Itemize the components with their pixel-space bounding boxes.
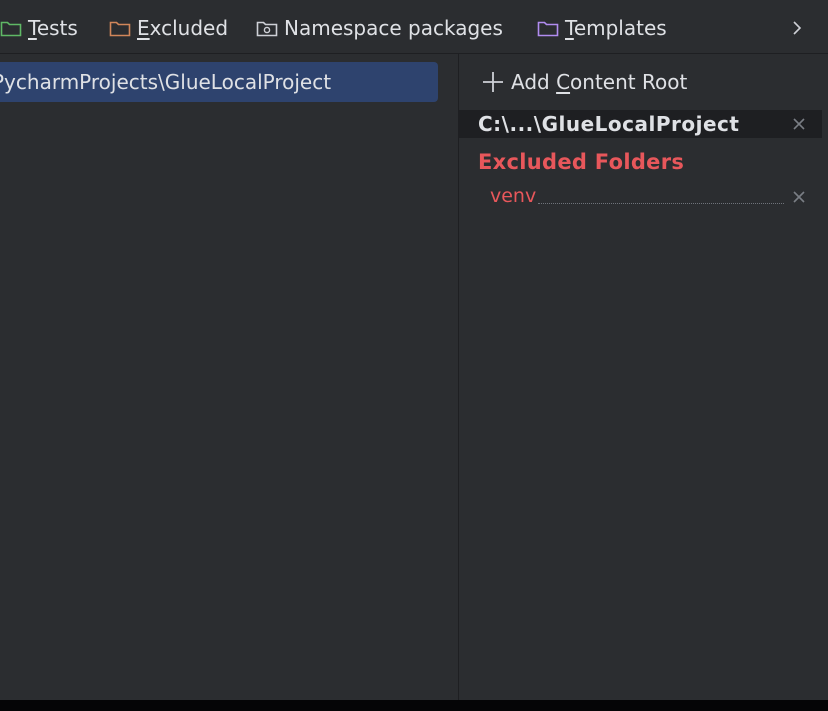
mark-templates-label: Templates — [565, 16, 667, 40]
excluded-folder-item: venv — [490, 182, 784, 210]
content-root-item[interactable]: PycharmProjects\GlueLocalProject — [0, 62, 438, 102]
mark-namespace-packages-label: Namespace packages — [284, 16, 503, 40]
mark-as-toolbar: Tests Excluded Namespace packages Templa… — [0, 0, 828, 54]
add-content-root-button[interactable]: Add Content Root — [481, 66, 687, 98]
chevron-right-icon — [793, 21, 802, 35]
excluded-folder-name: venv — [490, 185, 537, 207]
toolbar-more-button[interactable] — [784, 14, 810, 42]
add-content-root-label: Add Content Root — [511, 70, 688, 94]
content-root-path: PycharmProjects\GlueLocalProject — [0, 70, 332, 94]
dotted-leader — [538, 202, 784, 204]
mark-namespace-packages-button[interactable]: Namespace packages — [256, 14, 503, 42]
mark-tests-button[interactable]: Tests — [0, 14, 78, 42]
remove-content-root-icon[interactable] — [790, 115, 808, 133]
mark-tests-label: Tests — [28, 16, 78, 40]
mark-excluded-label: Excluded — [137, 16, 229, 40]
remove-excluded-folder-icon[interactable] — [790, 188, 808, 206]
content-root-header: C:\...\GlueLocalProject — [459, 110, 822, 138]
content-root-details: Add Content Root C:\...\GlueLocalProject… — [459, 54, 828, 700]
content-roots-panel: Tests Excluded Namespace packages Templa… — [0, 0, 828, 700]
plus-icon — [483, 72, 503, 92]
content-root-list: PycharmProjects\GlueLocalProject — [0, 54, 458, 700]
folder-namespace-icon — [256, 21, 278, 37]
mark-templates-button[interactable]: Templates — [537, 14, 667, 42]
excluded-folders-heading: Excluded Folders — [478, 150, 685, 174]
folder-orange-icon — [109, 21, 131, 37]
folder-green-icon — [0, 21, 22, 37]
folder-purple-icon — [537, 21, 559, 37]
content-root-header-path: C:\...\GlueLocalProject — [478, 112, 740, 136]
mark-excluded-button[interactable]: Excluded — [109, 14, 228, 42]
